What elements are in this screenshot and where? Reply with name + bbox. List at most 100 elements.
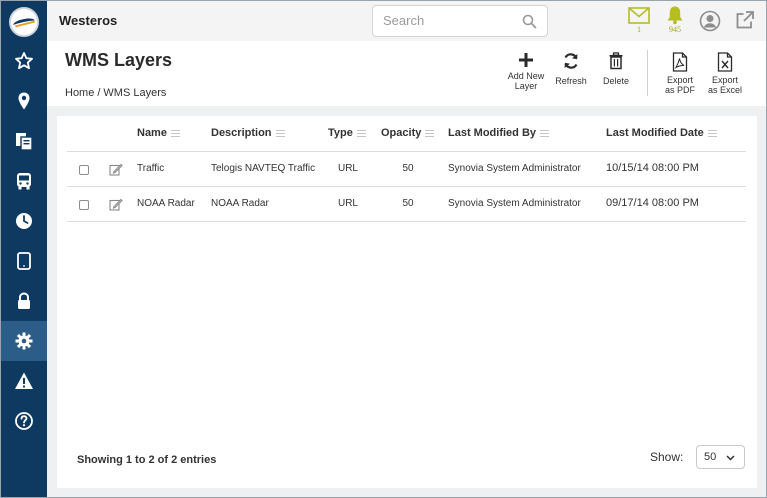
bus-icon (17, 173, 31, 190)
star-icon (15, 52, 33, 70)
cell-description: Telogis NAVTEQ Traffic (211, 163, 316, 174)
sidebar-item-documents[interactable] (1, 121, 47, 161)
sort-icon (425, 129, 435, 137)
cell-type: URL (337, 163, 358, 174)
user-avatar-icon (699, 10, 721, 32)
map-pin-icon (18, 92, 30, 110)
cell-modified-by: Synovia System Administrator (448, 163, 581, 174)
cell-type: URL (337, 198, 358, 209)
app-logo[interactable] (9, 7, 39, 37)
sidebar-item-vehicles[interactable] (1, 161, 47, 201)
warning-icon (15, 372, 33, 389)
table-header-divider (67, 151, 746, 152)
sort-icon (275, 129, 285, 137)
export-excel-line2: as Excel (707, 85, 742, 95)
column-label: Last Modified By (448, 127, 537, 139)
delete-button[interactable]: Delete (594, 52, 638, 86)
column-header-description[interactable]: Description (211, 127, 285, 139)
breadcrumb-home[interactable]: Home (65, 87, 94, 99)
sidebar-item-settings[interactable] (1, 321, 47, 361)
excel-file-icon (717, 52, 733, 72)
chevron-down-icon (726, 455, 735, 461)
lock-icon (18, 292, 30, 309)
breadcrumb-separator: / (97, 87, 101, 99)
documents-icon (16, 133, 33, 151)
sort-icon (540, 129, 550, 137)
cell-name[interactable]: NOAA Radar (137, 198, 195, 209)
cell-opacity: 50 (402, 198, 414, 209)
sidebar-item-alerts[interactable] (1, 361, 47, 401)
edit-icon[interactable] (109, 198, 123, 211)
sidebar-item-favorites[interactable] (1, 41, 47, 81)
export-excel-button[interactable]: Export as Excel (703, 52, 747, 95)
export-pdf-line2: as PDF (664, 85, 695, 95)
delete-label: Delete (602, 76, 629, 86)
refresh-button[interactable]: Refresh (549, 52, 593, 86)
page-size-select[interactable]: 50 (696, 445, 745, 469)
search-box[interactable] (372, 5, 548, 37)
column-label: Opacity (381, 127, 422, 139)
column-label: Name (137, 127, 167, 139)
column-header-last-modified-by[interactable]: Last Modified By (448, 127, 550, 139)
edit-icon[interactable] (109, 163, 123, 176)
cell-modified-date: 10/15/14 08:00 PM (606, 162, 699, 174)
sort-icon (356, 129, 366, 137)
column-header-last-modified-date[interactable]: Last Modified Date (606, 127, 717, 139)
breadcrumb-current: WMS Layers (103, 87, 167, 99)
sort-icon (170, 129, 180, 137)
refresh-icon (564, 53, 578, 69)
help-icon (15, 412, 33, 430)
top-bar: Westeros 1 945 (47, 1, 766, 41)
entries-summary: Showing 1 to 2 of 2 entries (77, 454, 217, 466)
clock-icon (16, 213, 32, 229)
alert-count: 945 (669, 25, 681, 34)
cell-name[interactable]: Traffic (137, 163, 164, 174)
export-pdf-button[interactable]: Export as PDF (658, 52, 702, 95)
sidebar-item-devices[interactable] (1, 241, 47, 281)
external-link-button[interactable] (735, 10, 755, 30)
add-label-line1: Add New (507, 71, 545, 81)
row-checkbox[interactable] (79, 200, 89, 210)
column-label: Description (211, 127, 272, 139)
column-label: Last Modified Date (606, 127, 704, 139)
user-profile-button[interactable] (699, 10, 721, 32)
row-checkbox[interactable] (79, 165, 89, 175)
app-title: Westeros (59, 13, 118, 28)
messages-button[interactable]: 1 (628, 7, 650, 34)
trash-icon (609, 52, 623, 70)
toolbar-divider (647, 50, 648, 96)
plus-icon (519, 53, 533, 67)
column-header-opacity[interactable]: Opacity (381, 127, 435, 139)
search-input[interactable] (383, 13, 513, 28)
sort-icon (707, 129, 717, 137)
column-header-name[interactable]: Name (137, 127, 180, 139)
sidebar-item-help[interactable] (1, 401, 47, 441)
add-new-layer-button[interactable]: Add New Layer (504, 52, 548, 91)
page-size-value: 50 (704, 451, 717, 463)
export-pdf-line1: Export (666, 75, 693, 85)
cell-modified-date: 09/17/14 08:00 PM (606, 197, 699, 209)
tablet-icon (17, 252, 31, 270)
cell-modified-by: Synovia System Administrator (448, 198, 581, 209)
external-link-icon (736, 11, 754, 29)
notifications-button[interactable]: 945 (665, 5, 685, 34)
cell-description: NOAA Radar (211, 198, 269, 209)
sidebar-item-security[interactable] (1, 281, 47, 321)
breadcrumb: Home / WMS Layers (65, 87, 169, 99)
row-divider (67, 221, 746, 222)
mail-count: 1 (637, 25, 641, 34)
page-size-label: Show: (650, 450, 684, 464)
column-header-type[interactable]: Type (328, 127, 366, 139)
sidebar-item-location[interactable] (1, 81, 47, 121)
search-icon[interactable] (522, 14, 537, 29)
row-divider (67, 186, 746, 187)
add-label-line2: Layer (514, 81, 538, 91)
gear-icon (15, 332, 33, 350)
sidebar-item-history[interactable] (1, 201, 47, 241)
pdf-file-icon (672, 52, 688, 72)
sidebar (1, 1, 47, 497)
bell-icon (667, 6, 683, 25)
mail-icon (628, 7, 650, 24)
column-label: Type (328, 127, 353, 139)
page-title: WMS Layers (65, 50, 173, 70)
